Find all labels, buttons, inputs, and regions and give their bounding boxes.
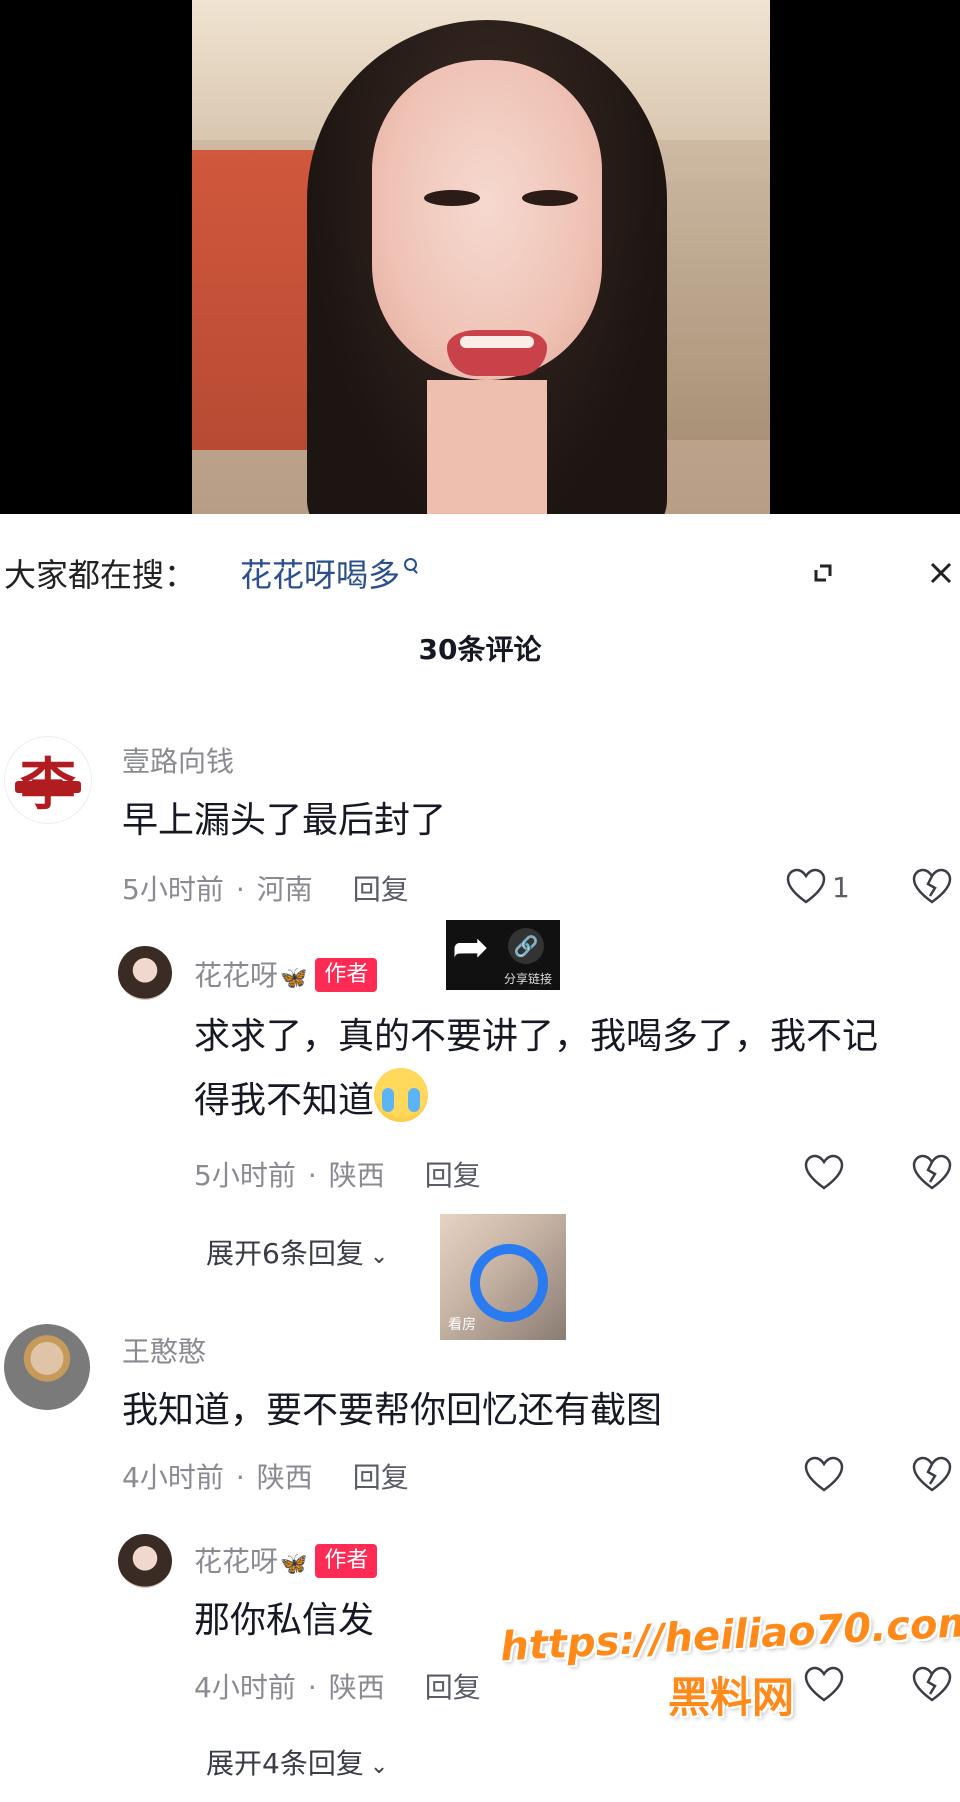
butterfly-icon: 🦋 xyxy=(280,1552,308,1577)
video-person-neck xyxy=(427,380,547,514)
share-arrow-icon: ➦ xyxy=(452,922,489,973)
separator-dot: · xyxy=(307,1159,317,1192)
like-button[interactable] xyxy=(804,1666,844,1704)
avatar-tag xyxy=(15,781,81,793)
dislike-icon[interactable] xyxy=(912,1456,952,1494)
search-suggestion-text: 花花呀喝多 xyxy=(240,556,401,594)
dislike-icon[interactable] xyxy=(912,1154,952,1192)
reply-button[interactable]: 回复 xyxy=(425,1671,481,1704)
comment-time: 5小时前 xyxy=(122,873,224,906)
comment-text: 早上漏头了最后封了 xyxy=(122,800,447,841)
reply-button[interactable]: 回复 xyxy=(353,873,409,906)
heart-icon xyxy=(786,868,826,906)
app-icon-overlay[interactable]: 看房 xyxy=(440,1214,566,1340)
like-button[interactable]: 1 xyxy=(786,868,850,906)
avatar[interactable]: 李 xyxy=(4,736,92,824)
like-button[interactable] xyxy=(804,1154,844,1192)
avatar[interactable] xyxy=(118,946,172,1000)
heart-icon xyxy=(804,1154,844,1192)
heart-icon xyxy=(804,1666,844,1704)
reply-location: 陕西 xyxy=(328,1159,385,1192)
avatar[interactable] xyxy=(118,1534,172,1588)
author-badge: 作者 xyxy=(315,958,378,992)
expand-replies-label: 展开6条回复 xyxy=(206,1237,364,1270)
share-link-label: 分享链接 xyxy=(504,972,553,986)
separator-dot: · xyxy=(235,873,245,906)
reply-text: 求求了，真的不要讲了，我喝多了，我不记 得我不知道 xyxy=(194,1006,878,1132)
author-badge: 作者 xyxy=(315,1544,378,1578)
avatar[interactable] xyxy=(4,1324,90,1410)
video-person-eye-right xyxy=(522,190,578,206)
comment-username[interactable]: 王憨憨 xyxy=(122,1330,206,1370)
video-person-teeth xyxy=(460,336,534,348)
reply-button[interactable]: 回复 xyxy=(425,1159,481,1192)
chevron-down-icon: ⌄ xyxy=(369,1244,389,1269)
app-label: 看房 xyxy=(448,1317,476,1333)
comment-text: 我知道，要不要帮你回忆还有截图 xyxy=(122,1390,663,1431)
watermark-site: 黑料网 xyxy=(668,1673,795,1722)
heart-icon xyxy=(804,1456,844,1494)
reply-time: 4小时前 xyxy=(194,1671,296,1704)
video-frame xyxy=(192,0,770,514)
like-count: 1 xyxy=(832,870,850,904)
watermark-url: https://heiliao70.com xyxy=(499,1599,960,1671)
expand-replies-button[interactable]: 展开6条回复 ⌄ xyxy=(206,1232,388,1272)
video-player[interactable] xyxy=(0,0,960,514)
comment-meta: 5小时前 · 河南 回复 xyxy=(122,868,409,908)
butterfly-icon: 🦋 xyxy=(280,966,308,991)
reply-text-line: 求求了，真的不要讲了，我喝多了，我不记 xyxy=(194,1016,879,1057)
link-icon: 🔗 xyxy=(508,928,544,964)
like-button[interactable] xyxy=(804,1456,844,1494)
reply-text-line: 得我不知道 xyxy=(194,1080,375,1121)
video-person-eye-left xyxy=(424,190,480,206)
comment-username[interactable]: 壹路向钱 xyxy=(122,740,234,780)
avatar-li-char: 李 xyxy=(20,740,76,821)
search-icon xyxy=(404,558,418,572)
reply-location: 陕西 xyxy=(328,1671,385,1704)
reply-text-line-2: 得我不知道 xyxy=(194,1068,878,1132)
share-link-overlay[interactable]: ➦ 🔗 分享链接 xyxy=(446,920,560,990)
expand-replies-button[interactable]: 展开4条回复 ⌄ xyxy=(206,1742,388,1782)
app-ring-icon xyxy=(470,1244,548,1322)
dislike-icon[interactable] xyxy=(912,1666,952,1704)
close-icon[interactable] xyxy=(916,548,960,598)
dislike-icon[interactable] xyxy=(912,868,952,906)
reply-username[interactable]: 花花呀 xyxy=(194,1545,278,1578)
expand-icon[interactable] xyxy=(798,548,848,598)
reply-username[interactable]: 花花呀 xyxy=(194,959,278,992)
reply-meta: 5小时前 · 陕西 回复 xyxy=(194,1154,481,1194)
reply-button[interactable]: 回复 xyxy=(353,1461,409,1494)
reply-username-row: 花花呀🦋 作者 xyxy=(194,1540,378,1580)
comment-location: 陕西 xyxy=(256,1461,313,1494)
reply-username-row: 花花呀🦋 作者 xyxy=(194,954,378,994)
search-suggestion-link[interactable]: 花花呀喝多 xyxy=(240,550,418,596)
crying-emoji-icon xyxy=(374,1068,429,1122)
comment-count-title: 30条评论 xyxy=(418,633,542,666)
comment-time: 4小时前 xyxy=(122,1461,224,1494)
video-wall-right xyxy=(650,180,770,440)
chevron-down-icon: ⌄ xyxy=(369,1754,389,1779)
reply-meta: 4小时前 · 陕西 回复 xyxy=(194,1666,481,1706)
search-prefix-label: 大家都在搜： xyxy=(4,556,197,594)
reply-text: 那你私信发 xyxy=(194,1600,375,1641)
separator-dot: · xyxy=(307,1671,317,1704)
comment-meta: 4小时前 · 陕西 回复 xyxy=(122,1456,409,1496)
comment-location: 河南 xyxy=(256,873,313,906)
expand-replies-label: 展开4条回复 xyxy=(206,1747,364,1780)
separator-dot: · xyxy=(235,1461,245,1494)
reply-time: 5小时前 xyxy=(194,1159,296,1192)
